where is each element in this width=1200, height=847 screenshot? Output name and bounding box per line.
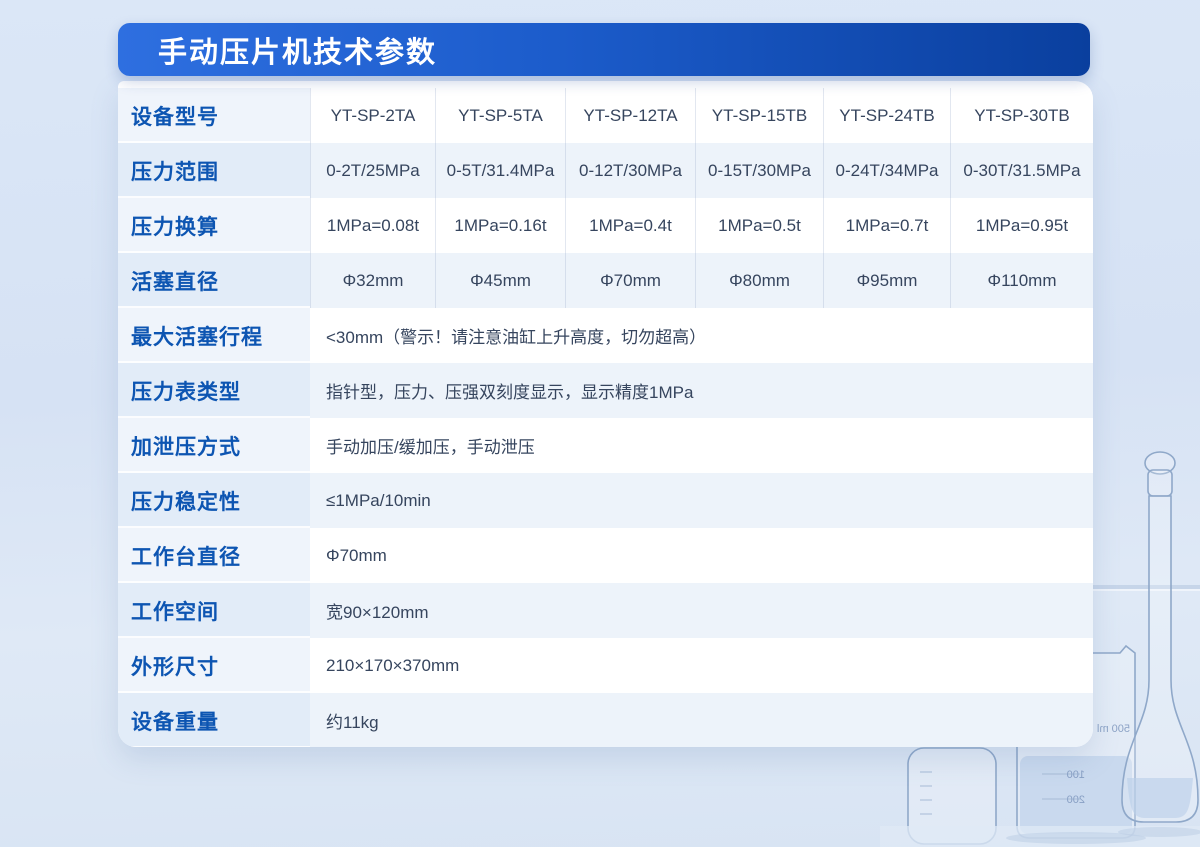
table-row-pressurize-method: 加泄压方式 手动加压/缓加压，手动泄压 xyxy=(118,418,1093,473)
table-row-model: 设备型号 YT-SP-2TA YT-SP-5TA YT-SP-12TA YT-S… xyxy=(118,88,1093,143)
row-value: 约11kg xyxy=(310,693,1093,747)
row-label: 工作空间 xyxy=(118,583,310,638)
row-value: 1MPa=0.16t xyxy=(435,198,565,253)
volumetric-flask-icon xyxy=(1121,451,1199,823)
row-label: 压力表类型 xyxy=(118,363,310,418)
table-row-pressure-conversion: 压力换算 1MPa=0.08t 1MPa=0.16t 1MPa=0.4t 1MP… xyxy=(118,198,1093,253)
table-row-pressure-stability: 压力稳定性 ≤1MPa/10min xyxy=(118,473,1093,528)
row-label: 压力范围 xyxy=(118,143,310,198)
glass-reflection xyxy=(880,826,1200,847)
row-value: 0-30T/31.5MPa xyxy=(950,143,1093,198)
row-value: 0-12T/30MPa xyxy=(565,143,695,198)
row-value: YT-SP-12TA xyxy=(565,88,695,143)
row-value: Φ110mm xyxy=(950,253,1093,308)
row-label: 外形尺寸 xyxy=(118,638,310,693)
table-row-piston-diameter: 活塞直径 Φ32mm Φ45mm Φ70mm Φ80mm Φ95mm Φ110m… xyxy=(118,253,1093,308)
row-value: 1MPa=0.4t xyxy=(565,198,695,253)
row-label: 工作台直径 xyxy=(118,528,310,583)
table-row-working-space: 工作空间 宽90×120mm xyxy=(118,583,1093,638)
row-value: 0-15T/30MPa xyxy=(695,143,823,198)
row-value: 宽90×120mm xyxy=(310,583,1093,638)
row-label: 压力换算 xyxy=(118,198,310,253)
row-value: 指针型，压力、压强双刻度显示，显示精度1MPa xyxy=(310,363,1093,418)
row-value: Φ80mm xyxy=(695,253,823,308)
row-value: Φ45mm xyxy=(435,253,565,308)
row-value: 1MPa=0.5t xyxy=(695,198,823,253)
row-value: Φ70mm xyxy=(310,528,1093,583)
table-row-outer-dimensions: 外形尺寸 210×170×370mm xyxy=(118,638,1093,693)
spec-table-card: 设备型号 YT-SP-2TA YT-SP-5TA YT-SP-12TA YT-S… xyxy=(118,81,1093,747)
beaker-volume-label: 500 ml xyxy=(1097,723,1130,735)
row-value: <30mm（警示！请注意油缸上升高度，切勿超高） xyxy=(310,308,1093,363)
table-row-worktable-diameter: 工作台直径 Φ70mm xyxy=(118,528,1093,583)
row-label: 最大活塞行程 xyxy=(118,308,310,363)
beaker-scale-100: 200 xyxy=(1067,794,1085,806)
row-label: 活塞直径 xyxy=(118,253,310,308)
table-row-max-stroke: 最大活塞行程 <30mm（警示！请注意油缸上升高度，切勿超高） xyxy=(118,308,1093,363)
title-banner: 手动压片机技术参数 xyxy=(118,23,1090,76)
row-value: YT-SP-30TB xyxy=(950,88,1093,143)
row-label: 设备重量 xyxy=(118,693,310,747)
row-value: 0-2T/25MPa xyxy=(310,143,435,198)
row-label: 压力稳定性 xyxy=(118,473,310,528)
row-value: Φ32mm xyxy=(310,253,435,308)
row-label: 加泄压方式 xyxy=(118,418,310,473)
row-value: Φ95mm xyxy=(823,253,950,308)
beaker-scale-200: 100 xyxy=(1067,769,1085,781)
row-value: ≤1MPa/10min xyxy=(310,473,1093,528)
row-value: 0-24T/34MPa xyxy=(823,143,950,198)
row-value: YT-SP-5TA xyxy=(435,88,565,143)
table-row-device-weight: 设备重量 约11kg xyxy=(118,693,1093,747)
row-value: 0-5T/31.4MPa xyxy=(435,143,565,198)
row-value: Φ70mm xyxy=(565,253,695,308)
row-value: YT-SP-2TA xyxy=(310,88,435,143)
table-row-pressure-range: 压力范围 0-2T/25MPa 0-5T/31.4MPa 0-12T/30MPa… xyxy=(118,143,1093,198)
table-row-gauge-type: 压力表类型 指针型，压力、压强双刻度显示，显示精度1MPa xyxy=(118,363,1093,418)
row-value: YT-SP-15TB xyxy=(695,88,823,143)
page-title: 手动压片机技术参数 xyxy=(158,36,438,69)
row-value: 1MPa=0.08t xyxy=(310,198,435,253)
row-value: 210×170×370mm xyxy=(310,638,1093,693)
row-value: 手动加压/缓加压，手动泄压 xyxy=(310,418,1093,473)
row-value: 1MPa=0.7t xyxy=(823,198,950,253)
row-label: 设备型号 xyxy=(118,88,310,143)
row-value: YT-SP-24TB xyxy=(823,88,950,143)
row-value: 1MPa=0.95t xyxy=(950,198,1093,253)
